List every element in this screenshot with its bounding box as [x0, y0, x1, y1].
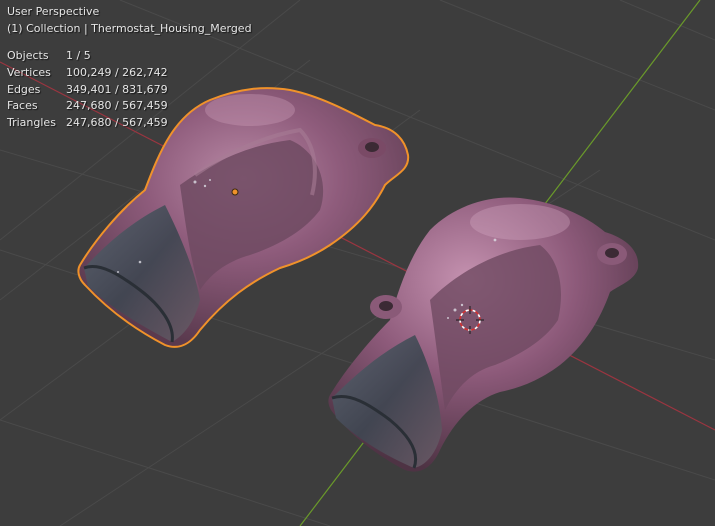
stat-row-faces: Faces 247,680 / 567,459 [7, 98, 168, 115]
stat-row-triangles: Triangles 247,680 / 567,459 [7, 115, 168, 132]
stat-label: Edges [7, 82, 41, 96]
origin-dot-icon [231, 188, 239, 196]
stat-value: 100,249 / 262,742 [66, 65, 168, 79]
stat-value: 247,680 / 567,459 [66, 99, 168, 113]
stat-value: 349,401 / 831,679 [66, 82, 168, 96]
statistics-overlay: Objects 1 / 5 Vertices 100,249 / 262,742… [7, 48, 168, 132]
stat-label: Vertices [7, 65, 51, 79]
stat-value: 247,680 / 567,459 [66, 116, 168, 130]
stat-row-edges: Edges 349,401 / 831,679 [7, 82, 168, 99]
stat-row-vertices: Vertices 100,249 / 262,742 [7, 65, 168, 82]
thermostat-housing-unselected[interactable] [328, 197, 639, 472]
stat-label: Objects [7, 49, 49, 62]
stat-label: Triangles [7, 116, 56, 130]
stat-value: 1 / 5 [66, 49, 91, 62]
stat-label: Faces [7, 99, 38, 113]
3d-viewport[interactable]: User Perspective (1) Collection | Thermo… [0, 0, 715, 526]
stat-row-objects: Objects 1 / 5 [7, 48, 168, 65]
